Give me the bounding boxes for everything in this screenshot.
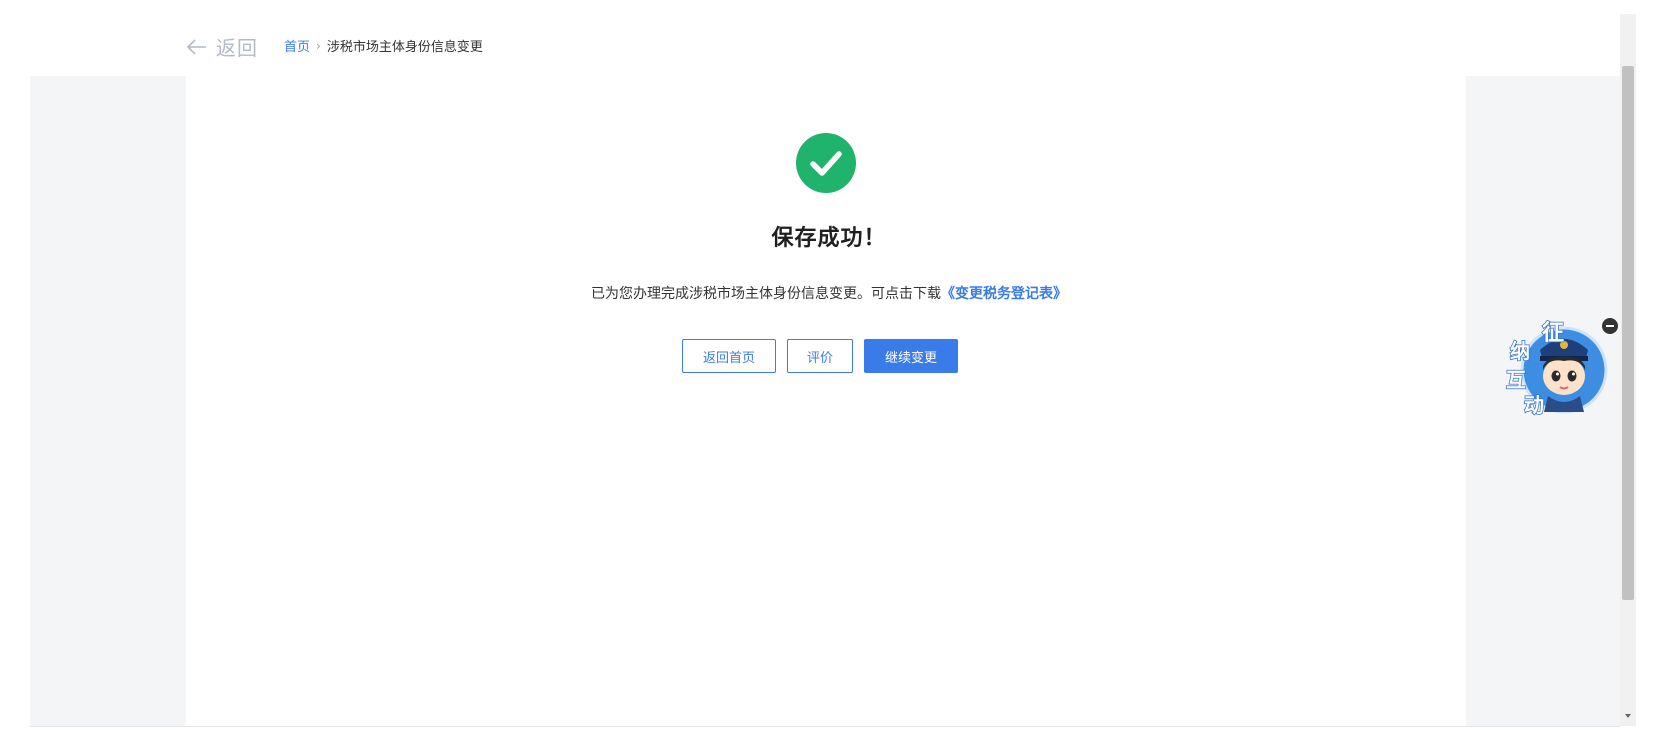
success-check-icon: [796, 133, 856, 193]
minimize-icon[interactable]: [1602, 318, 1618, 334]
svg-text:征: 征: [1542, 320, 1564, 346]
breadcrumb: 首页 › 涉税市场主体身份信息变更: [284, 36, 483, 56]
scrollbar-thumb[interactable]: [1622, 66, 1634, 600]
page: 返回 首页 › 涉税市场主体身份信息变更 保存成功！ 已为您办理完成涉税市场主体…: [0, 0, 1658, 730]
breadcrumb-current: 涉税市场主体身份信息变更: [326, 40, 483, 55]
breadcrumb-home-link[interactable]: 首页: [284, 36, 310, 55]
divider: [30, 726, 1620, 727]
chevron-right-icon: ›: [316, 38, 321, 53]
action-buttons: 返回首页 评价 继续变更: [0, 339, 1658, 373]
assistant-widget[interactable]: 征 纳 互 动: [1490, 312, 1610, 424]
result-message: 已为您办理完成涉税市场主体身份信息变更。可点击下载《变更税务登记表》: [0, 283, 1658, 303]
arrow-left-icon: [186, 38, 206, 55]
assistant-avatar-icon: 征 纳 互 动: [1505, 319, 1608, 418]
scroll-down-arrow-icon[interactable]: [1625, 714, 1631, 718]
download-form-link[interactable]: 《变更税务登记表》: [941, 286, 1067, 302]
svg-text:动: 动: [1524, 393, 1544, 417]
return-home-button[interactable]: 返回首页: [682, 339, 776, 373]
back-button[interactable]: 返回: [186, 32, 258, 61]
continue-change-button[interactable]: 继续变更: [864, 339, 958, 373]
rate-button[interactable]: 评价: [787, 339, 853, 373]
svg-text:纳: 纳: [1510, 339, 1530, 363]
svg-text:互: 互: [1506, 368, 1526, 392]
result-message-text: 已为您办理完成涉税市场主体身份信息变更。可点击下载: [591, 286, 941, 302]
top-bar: 返回 首页 › 涉税市场主体身份信息变更: [0, 0, 1620, 76]
result-title: 保存成功！: [771, 226, 887, 251]
vertical-scrollbar[interactable]: [1620, 14, 1636, 726]
back-label: 返回: [216, 36, 258, 60]
